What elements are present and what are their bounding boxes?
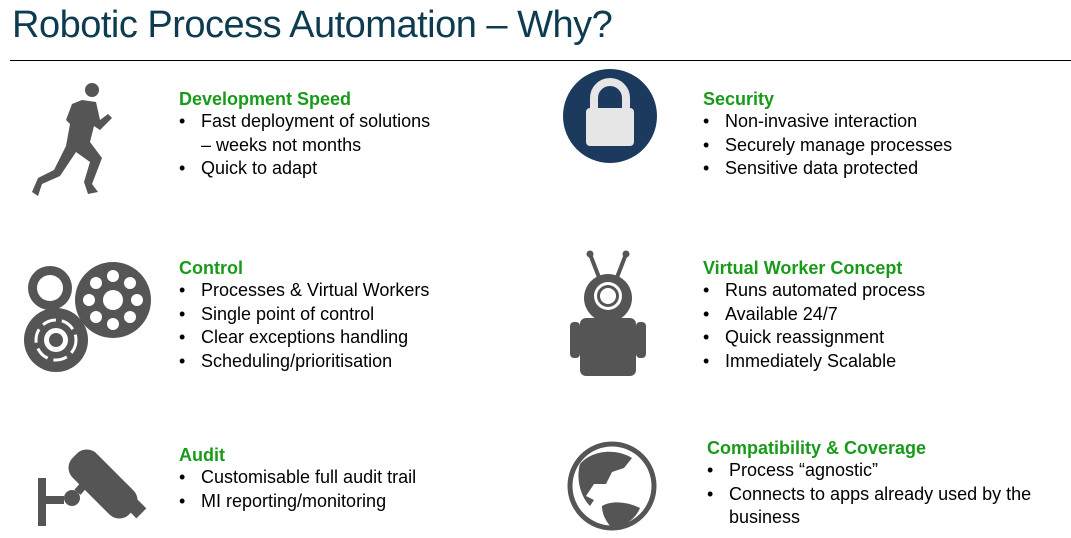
bullet-item: Single point of control <box>179 303 429 327</box>
bullet-item: Quick to adapt <box>179 157 430 181</box>
bullet-item: Securely manage processes <box>703 134 952 158</box>
section-heading: Compatibility & Coverage <box>707 438 927 458</box>
section-compatibility: Compatibility & Coverage Process “agnost… <box>707 437 1031 530</box>
bullet-item: Runs automated process <box>703 279 925 303</box>
bullet-item: Process “agnostic” <box>707 459 1031 483</box>
bullet-item: Customisable full audit trail <box>179 466 416 490</box>
section-heading: Virtual Worker Concept <box>703 258 903 278</box>
bullet-item: MI reporting/monitoring <box>179 490 416 514</box>
bullet-item: Immediately Scalable <box>703 350 925 374</box>
runner-icon <box>32 83 112 196</box>
bullet-item: Clear exceptions handling <box>179 326 429 350</box>
section-heading: Control <box>179 258 243 278</box>
bullet-item: Scheduling/prioritisation <box>179 350 429 374</box>
bullet-continuation: – weeks not months <box>201 134 362 155</box>
padlock-icon <box>563 69 657 163</box>
slide-title: Robotic Process Automation – Why? <box>12 4 613 46</box>
bullet-item: Quick reassignment <box>703 326 925 350</box>
section-development-speed: Development Speed Fast deployment of sol… <box>179 88 430 181</box>
title-divider <box>10 60 1071 61</box>
section-heading: Audit <box>179 445 225 465</box>
section-heading: Security <box>703 89 775 109</box>
bullet-item: Sensitive data protected <box>703 157 952 181</box>
section-security: Security Non-invasive interaction Secure… <box>703 88 952 181</box>
cctv-camera-icon <box>38 449 147 526</box>
bullet-item: Non-invasive interaction <box>703 110 952 134</box>
bullet-item: Available 24/7 <box>703 303 925 327</box>
bullet-item: Fast deployment of solutions <box>179 110 430 134</box>
section-virtual-worker: Virtual Worker Concept Runs automated pr… <box>703 257 925 373</box>
bullet-continuation: business <box>729 507 801 527</box>
section-control: Control Processes & Virtual Workers Sing… <box>179 257 429 373</box>
globe-icon <box>567 441 657 531</box>
bullet-item: Processes & Virtual Workers <box>179 279 429 303</box>
bullet-item: Connects to apps already used by the <box>707 483 1031 507</box>
gears-icon <box>24 262 151 372</box>
section-audit: Audit Customisable full audit trail MI r… <box>179 444 416 513</box>
section-heading: Development Speed <box>179 89 352 109</box>
robot-icon <box>570 250 646 376</box>
